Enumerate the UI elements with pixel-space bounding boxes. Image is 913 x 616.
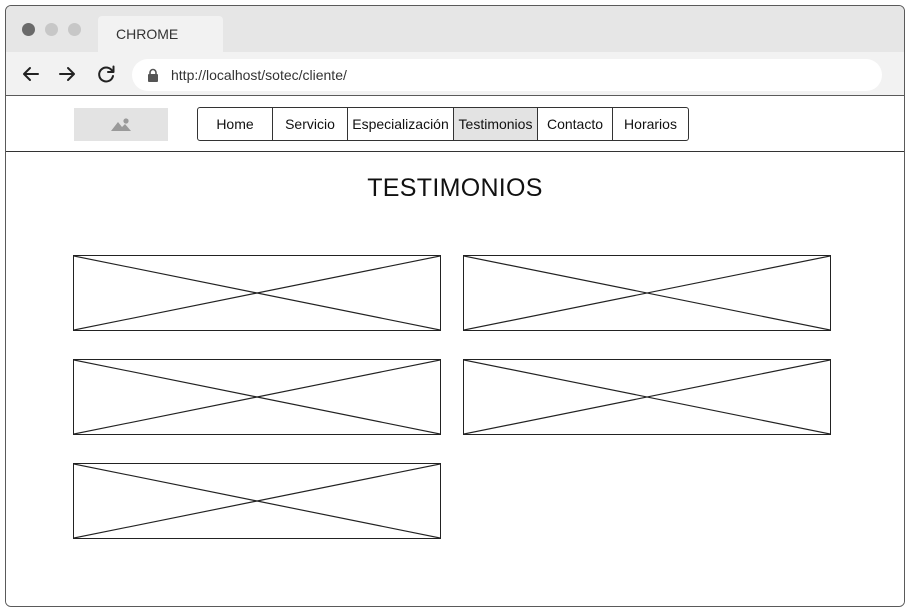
window-close-button[interactable] [22,23,35,36]
menu-item-horarios[interactable]: Horarios [613,108,688,140]
back-button[interactable] [19,62,43,86]
arrow-left-icon [23,67,39,81]
testimonial-image-placeholder [463,359,831,435]
testimonial-image-placeholder [73,359,441,435]
lock-icon [148,68,158,82]
browser-tab-title: CHROME [116,26,179,42]
arrow-right-icon [59,67,75,81]
menu-item-home[interactable]: Home [198,108,273,140]
site-header: Home Servicio Especialización Testimonio… [6,96,904,152]
browser-tab[interactable]: CHROME [98,16,223,52]
testimonial-image-placeholder [73,255,441,331]
main-menu: Home Servicio Especialización Testimonio… [197,107,689,141]
page-title: TESTIMONIOS [367,174,543,202]
address-bar[interactable]: http://localhost/sotec/cliente/ [132,59,882,91]
reload-icon [98,65,115,83]
browser-toolbar: http://localhost/sotec/cliente/ [6,52,904,96]
reload-button[interactable] [94,62,118,86]
site-logo[interactable] [74,108,168,141]
forward-button[interactable] [55,62,79,86]
placeholder-cross-icon [464,360,830,434]
placeholder-cross-icon [464,256,830,330]
menu-item-especializacion[interactable]: Especialización [348,108,454,140]
window-minimize-button[interactable] [45,23,58,36]
menu-item-testimonios[interactable]: Testimonios [454,108,538,140]
browser-window: CHROME http://localhost/sotec/cliente/ H… [5,5,905,607]
testimonial-image-placeholder [463,255,831,331]
placeholder-cross-icon [74,464,440,538]
page-viewport: Home Servicio Especialización Testimonio… [6,96,904,606]
browser-titlebar: CHROME [6,6,904,52]
address-bar-url: http://localhost/sotec/cliente/ [171,67,347,83]
placeholder-cross-icon [74,360,440,434]
menu-item-servicio[interactable]: Servicio [273,108,348,140]
window-maximize-button[interactable] [68,23,81,36]
testimonial-image-placeholder [73,463,441,539]
image-placeholder-icon [111,118,131,131]
menu-item-contacto[interactable]: Contacto [538,108,613,140]
placeholder-cross-icon [74,256,440,330]
